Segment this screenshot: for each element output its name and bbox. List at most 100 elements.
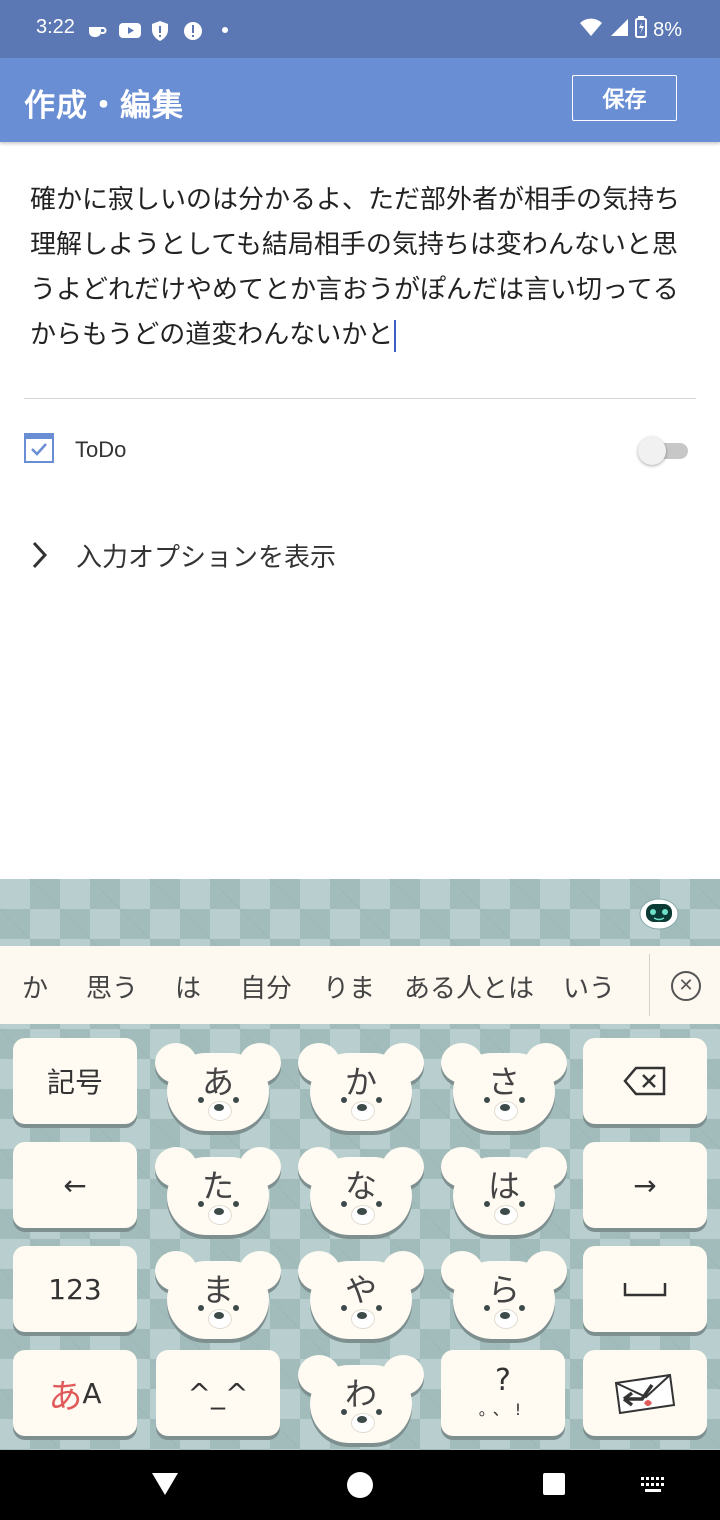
bear-eye xyxy=(484,1097,490,1103)
text-cursor xyxy=(394,319,397,352)
emoticon-key[interactable]: ^_^ xyxy=(156,1350,280,1436)
bear-eye xyxy=(341,1097,347,1103)
bear-nose xyxy=(357,1104,367,1111)
kana-label: か xyxy=(344,1063,377,1101)
kana-key-ma[interactable]: ま xyxy=(153,1251,283,1347)
bear-eye xyxy=(376,1097,382,1103)
bear-eye xyxy=(341,1201,347,1207)
kana-label: た xyxy=(201,1167,234,1205)
numbers-key[interactable]: 123 xyxy=(13,1246,137,1332)
chevron-right-icon xyxy=(32,541,48,569)
toggle-thumb xyxy=(638,437,666,465)
punct-question-label: ? xyxy=(495,1363,511,1398)
bear-nose xyxy=(357,1416,367,1423)
kana-label: わ xyxy=(344,1375,377,1413)
youtube-icon xyxy=(118,20,141,40)
bear-eye xyxy=(198,1305,204,1311)
bear-eye xyxy=(233,1201,239,1207)
todo-checkbox[interactable] xyxy=(24,433,54,463)
input-mode-key[interactable]: あA xyxy=(13,1350,137,1436)
bear-nose xyxy=(500,1208,510,1215)
bear-eye xyxy=(233,1305,239,1311)
candidate-item[interactable]: か xyxy=(22,968,48,1005)
kana-label: あ xyxy=(201,1063,234,1101)
status-time: 3:22 xyxy=(36,16,75,38)
bear-eye xyxy=(484,1305,490,1311)
bear-eye xyxy=(484,1201,490,1207)
kana-key-sa[interactable]: さ xyxy=(439,1043,569,1139)
bear-eye xyxy=(519,1097,525,1103)
candidate-item[interactable]: 自分 xyxy=(240,968,292,1005)
checkbox-icon xyxy=(24,433,54,463)
bear-eye xyxy=(198,1201,204,1207)
kana-label: さ xyxy=(487,1063,520,1101)
kana-key-ha[interactable]: は xyxy=(439,1147,569,1243)
kana-key-wa[interactable]: わ xyxy=(296,1355,426,1451)
bear-eye xyxy=(233,1097,239,1103)
navigation-bar xyxy=(0,1450,720,1520)
punct-small-label: 。、! xyxy=(478,1400,528,1419)
bear-eye xyxy=(376,1201,382,1207)
kana-label: な xyxy=(344,1167,377,1205)
todo-label: ToDo xyxy=(75,437,127,462)
bear-eye xyxy=(341,1409,347,1415)
robot-mascot-icon[interactable] xyxy=(639,894,679,930)
keyboard: か 思う は 自分 りま ある人とは いう ✕ 記号 ← 123 あA → ^_… xyxy=(0,879,720,1450)
kana-key-ra[interactable]: ら xyxy=(439,1251,569,1347)
kana-key-ya[interactable]: や xyxy=(296,1251,426,1347)
candidate-item[interactable]: ある人とは xyxy=(404,968,534,1005)
bear-eye xyxy=(519,1201,525,1207)
app-bar: 作成・編集 保存 xyxy=(0,58,720,142)
save-button[interactable]: 保存 xyxy=(572,75,677,121)
bear-eye xyxy=(519,1305,525,1311)
input-options-label: 入力オプションを表示 xyxy=(76,542,337,573)
memo-text: 確かに寂しいのは分かるよ、ただ部外者が相手の気持ち理解しようとしても結局相手の気… xyxy=(30,185,681,350)
kana-label: ま xyxy=(201,1271,234,1309)
left-arrow-key[interactable]: ← xyxy=(13,1142,137,1228)
todo-toggle[interactable] xyxy=(638,437,688,465)
candidate-separator xyxy=(649,954,650,1016)
candidate-item[interactable]: は xyxy=(175,968,201,1005)
close-candidates-icon[interactable]: ✕ xyxy=(671,971,701,1001)
bear-eye xyxy=(198,1097,204,1103)
bear-eye xyxy=(376,1305,382,1311)
right-arrow-key[interactable]: → xyxy=(583,1142,707,1228)
backspace-key[interactable] xyxy=(583,1038,707,1124)
input-options-expander[interactable]: 入力オプションを表示 xyxy=(28,533,336,577)
recents-icon[interactable] xyxy=(542,1472,566,1496)
bear-nose xyxy=(357,1208,367,1215)
bear-nose xyxy=(214,1312,224,1319)
battery-level: 8% xyxy=(653,18,682,41)
bear-eye xyxy=(376,1409,382,1415)
kana-key-ta[interactable]: た xyxy=(153,1147,283,1243)
page-title: 作成・編集 xyxy=(24,88,184,124)
candidate-item[interactable]: 思う xyxy=(86,968,138,1005)
symbols-key[interactable]: 記号 xyxy=(13,1038,137,1124)
kana-key-na[interactable]: な xyxy=(296,1147,426,1243)
space-key[interactable] xyxy=(583,1246,707,1332)
wifi-icon xyxy=(579,17,603,43)
bear-nose xyxy=(500,1312,510,1319)
status-bar: 3:22 8% xyxy=(0,0,720,58)
bear-nose xyxy=(357,1312,367,1319)
bear-nose xyxy=(214,1104,224,1111)
keyboard-switch-icon[interactable] xyxy=(640,1476,666,1494)
home-icon[interactable] xyxy=(346,1471,374,1499)
candidate-item[interactable]: いう xyxy=(563,968,615,1005)
backspace-icon xyxy=(623,1066,666,1096)
kana-key-a[interactable]: あ xyxy=(153,1043,283,1139)
battery-charging-icon xyxy=(635,16,648,44)
memo-text-field[interactable]: 確かに寂しいのは分かるよ、ただ部外者が相手の気持ち理解しようとしても結局相手の気… xyxy=(30,178,690,358)
envelope-enter-icon xyxy=(614,1373,676,1415)
kana-key-ka[interactable]: か xyxy=(296,1043,426,1139)
dot-icon xyxy=(214,20,236,40)
back-icon[interactable] xyxy=(151,1472,179,1496)
candidate-bar: か 思う は 自分 りま ある人とは いう ✕ xyxy=(0,946,720,1024)
mode-hiragana-label: あ xyxy=(48,1376,83,1417)
shield-alert-icon xyxy=(150,20,172,41)
punctuation-key[interactable]: ? 。、! xyxy=(441,1350,565,1436)
bear-eye xyxy=(341,1305,347,1311)
candidate-item[interactable]: りま xyxy=(323,968,375,1005)
signal-icon xyxy=(609,17,629,43)
enter-key[interactable] xyxy=(583,1350,707,1436)
